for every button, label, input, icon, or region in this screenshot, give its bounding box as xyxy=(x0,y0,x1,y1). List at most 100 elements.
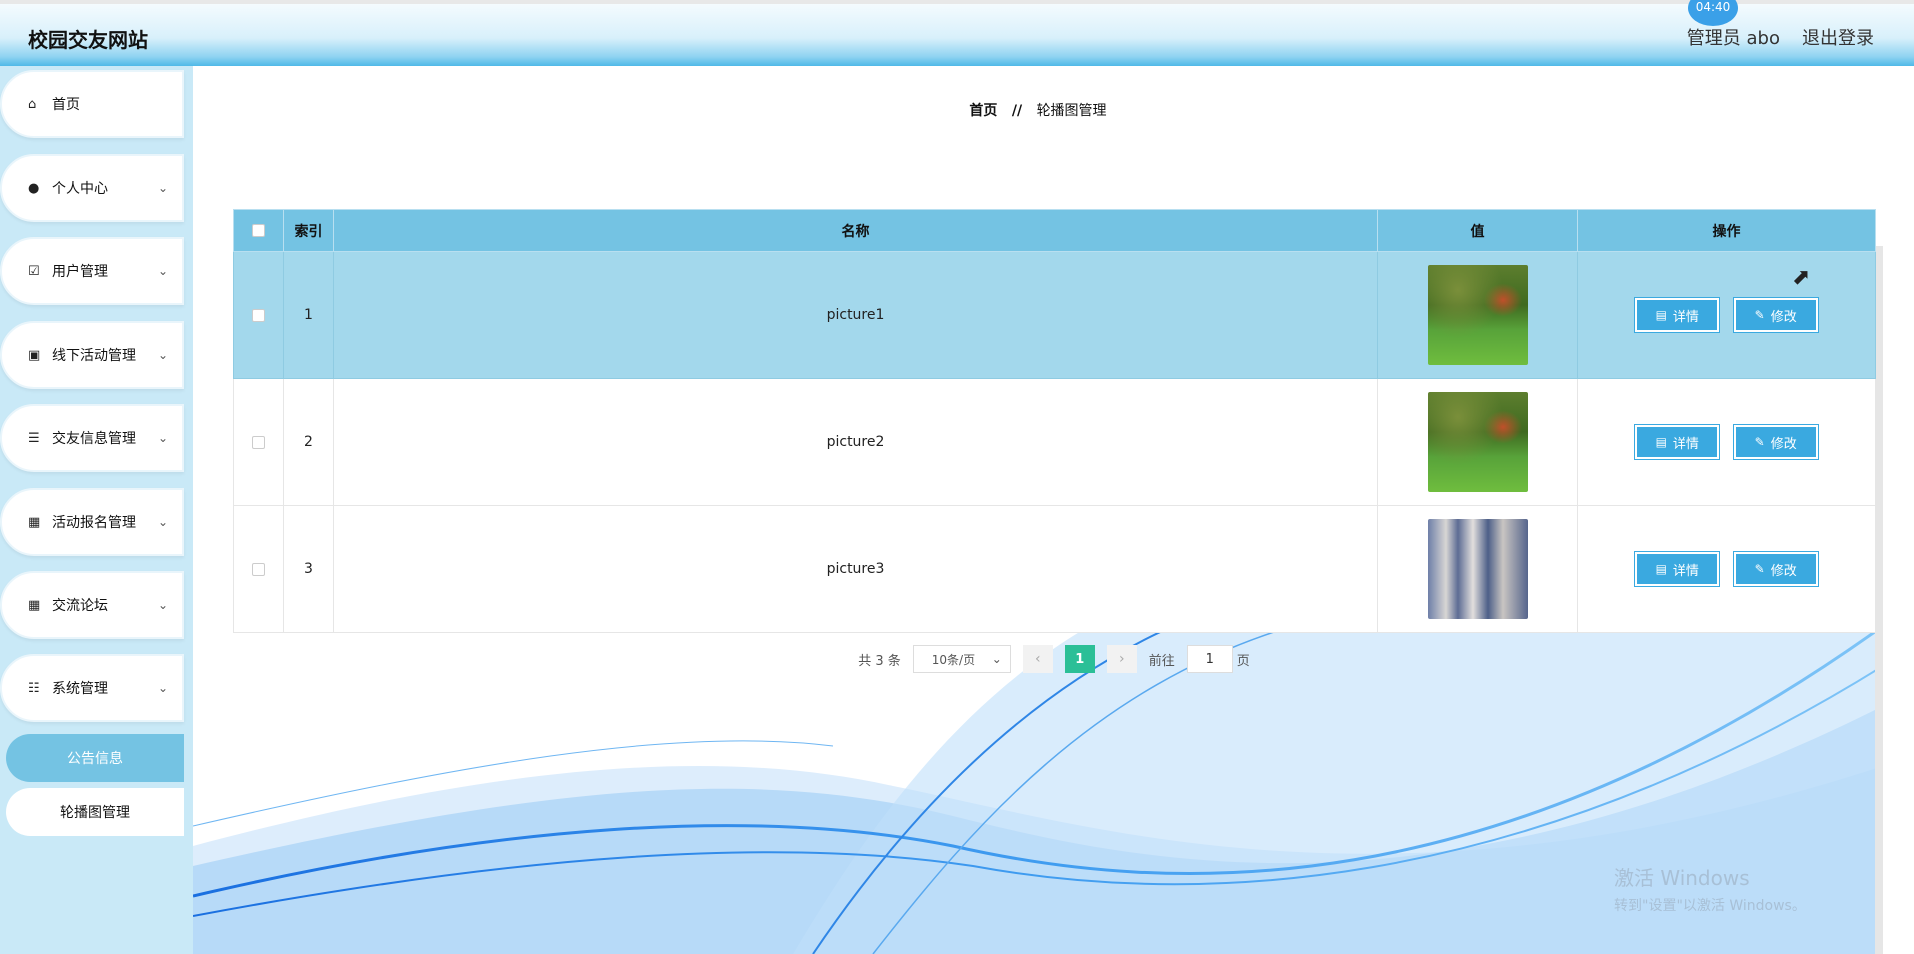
page-size-value: 10条/页 xyxy=(931,652,976,667)
sidebar-item-activity-signup[interactable]: ▦ 活动报名管理 ⌄ xyxy=(0,488,184,556)
sidebar-subitem-carousel[interactable]: 轮播图管理 xyxy=(6,788,184,836)
row-index: 2 xyxy=(283,378,334,506)
logout-link[interactable]: 退出登录 xyxy=(1802,24,1874,50)
document-icon: ▤ xyxy=(1655,308,1667,322)
chevron-down-icon: ⌄ xyxy=(157,515,168,529)
sidebar-item-label: 交流论坛 xyxy=(52,598,108,614)
row-checkbox[interactable] xyxy=(252,308,265,322)
chevron-down-icon: ⌄ xyxy=(157,431,168,445)
chevron-down-icon: ⌄ xyxy=(157,598,168,612)
pagination-total: 共 3 条 xyxy=(858,653,901,669)
column-header-actions: 操作 xyxy=(1577,209,1876,252)
top-header: 04:40 校园交友网站 管理员 abo 退出登录 xyxy=(0,0,1914,66)
sidebar-item-system-management[interactable]: ☷ 系统管理 ⌄ xyxy=(0,654,184,722)
breadcrumb-separator: // xyxy=(1011,103,1023,119)
goto-suffix: 页 xyxy=(1236,653,1250,669)
select-all-header[interactable] xyxy=(233,209,284,252)
chevron-down-icon: ⌄ xyxy=(157,181,168,195)
row-name: picture1 xyxy=(333,251,1378,379)
edit-button-label: 修改 xyxy=(1770,563,1797,579)
detail-button-label: 详情 xyxy=(1672,436,1699,452)
carousel-thumbnail xyxy=(1427,519,1528,619)
detail-button[interactable]: ▤ 详情 xyxy=(1634,424,1721,460)
row-index: 3 xyxy=(283,505,334,633)
row-checkbox[interactable] xyxy=(252,435,265,449)
sliders-icon: ☷ xyxy=(28,680,40,696)
edit-button[interactable]: ✎ 修改 xyxy=(1732,551,1819,587)
chevron-down-icon: ⌄ xyxy=(157,681,168,695)
user-icon: ● xyxy=(28,180,40,196)
prev-page-button[interactable]: ‹ xyxy=(1022,645,1053,673)
table-row[interactable]: 2 picture2 ▤ 详情 ✎ 修改 xyxy=(233,378,1876,506)
site-title: 校园交友网站 xyxy=(28,28,148,52)
page-number-current[interactable]: 1 xyxy=(1064,645,1095,673)
table-row[interactable]: 3 picture3 ▤ 详情 ✎ 修改 xyxy=(233,505,1876,633)
next-page-button[interactable]: › xyxy=(1106,645,1137,673)
breadcrumb-current: 轮播图管理 xyxy=(1036,103,1107,119)
row-checkbox[interactable] xyxy=(252,562,265,576)
pagination: 共 3 条 10条/页 ⌄ ‹ 1 › 前往 1 页 xyxy=(233,645,1875,673)
sidebar-subitem-notice[interactable]: 公告信息 xyxy=(6,734,184,782)
sidebar-item-label: 首页 xyxy=(52,97,80,113)
carousel-thumbnail xyxy=(1427,392,1528,492)
column-header-index: 索引 xyxy=(283,209,334,252)
watermark-title: 激活 Windows xyxy=(1614,866,1750,890)
detail-button[interactable]: ▤ 详情 xyxy=(1634,551,1721,587)
sidebar-item-label: 系统管理 xyxy=(52,681,108,697)
sidebar-item-label: 活动报名管理 xyxy=(52,515,136,531)
list-icon: ☰ xyxy=(28,430,40,446)
edit-button[interactable]: ✎ 修改 xyxy=(1732,297,1819,333)
pencil-icon: ✎ xyxy=(1754,308,1765,322)
windows-activation-watermark: 激活 Windows 转到"设置"以激活 Windows。 xyxy=(1614,862,1806,915)
sidebar-item-personal-center[interactable]: ● 个人中心 ⌄ xyxy=(0,154,184,222)
header-user-area: 管理员 abo 退出登录 xyxy=(1687,24,1874,50)
clipboard-icon: ☑ xyxy=(28,263,40,279)
briefcase-icon: ▣ xyxy=(28,347,41,363)
select-all-checkbox[interactable] xyxy=(252,224,265,237)
pencil-icon: ✎ xyxy=(1754,562,1765,576)
table-header-row: 索引 名称 值 操作 xyxy=(233,209,1876,252)
sidebar-item-offline-activity[interactable]: ▣ 线下活动管理 ⌄ xyxy=(0,321,184,389)
row-name: picture3 xyxy=(333,505,1378,633)
goto-page-input[interactable]: 1 xyxy=(1186,645,1233,673)
home-icon: ⌂ xyxy=(28,96,37,112)
admin-user-label[interactable]: 管理员 abo xyxy=(1687,24,1780,50)
detail-button-label: 详情 xyxy=(1672,309,1699,325)
main-content: 首页 // 轮播图管理 索引 名称 值 操作 1 picture1 ▤ 详情 ✎… xyxy=(193,66,1883,954)
breadcrumb-home[interactable]: 首页 xyxy=(969,103,997,119)
sidebar-item-user-management[interactable]: ☑ 用户管理 ⌄ xyxy=(0,237,184,305)
sidebar-item-label: 线下活动管理 xyxy=(52,348,136,364)
chevron-down-icon: ⌄ xyxy=(157,348,168,362)
row-index: 1 xyxy=(283,251,334,379)
sidebar-item-label: 交友信息管理 xyxy=(52,431,136,447)
carousel-thumbnail xyxy=(1427,265,1528,365)
clock-bubble: 04:40 xyxy=(1688,0,1738,26)
detail-button-label: 详情 xyxy=(1672,563,1699,579)
edit-button[interactable]: ✎ 修改 xyxy=(1732,424,1819,460)
column-header-value: 值 xyxy=(1377,209,1578,252)
document-icon: ▤ xyxy=(1655,435,1667,449)
breadcrumb: 首页 // 轮播图管理 xyxy=(193,100,1883,120)
watermark-subtitle: 转到"设置"以激活 Windows。 xyxy=(1614,898,1806,914)
edit-button-label: 修改 xyxy=(1770,436,1797,452)
mouse-cursor-icon: ⬈ xyxy=(1792,265,1811,290)
table-row[interactable]: 1 picture1 ▤ 详情 ✎ 修改 xyxy=(233,251,1876,379)
sidebar-item-label: 用户管理 xyxy=(52,264,108,280)
carousel-table: 索引 名称 值 操作 1 picture1 ▤ 详情 ✎ 修改 2 pictur… xyxy=(233,209,1876,633)
document-icon: ▤ xyxy=(1655,562,1667,576)
goto-prefix: 前往 xyxy=(1148,653,1175,669)
sidebar-item-home[interactable]: ⌂ 首页 xyxy=(0,70,184,138)
grid-icon: ▦ xyxy=(28,597,41,613)
column-header-name: 名称 xyxy=(333,209,1378,252)
chevron-down-icon: ⌄ xyxy=(157,264,168,278)
sidebar-item-dating-info[interactable]: ☰ 交友信息管理 ⌄ xyxy=(0,404,184,472)
pencil-icon: ✎ xyxy=(1754,435,1765,449)
edit-button-label: 修改 xyxy=(1770,309,1797,325)
sidebar-item-forum[interactable]: ▦ 交流论坛 ⌄ xyxy=(0,571,184,639)
chevron-down-icon: ⌄ xyxy=(991,652,1002,666)
page-size-select[interactable]: 10条/页 ⌄ xyxy=(912,645,1011,673)
vertical-scrollbar[interactable] xyxy=(1875,246,1883,954)
row-name: picture2 xyxy=(333,378,1378,506)
grid-icon: ▦ xyxy=(28,514,41,530)
detail-button[interactable]: ▤ 详情 xyxy=(1634,297,1721,333)
